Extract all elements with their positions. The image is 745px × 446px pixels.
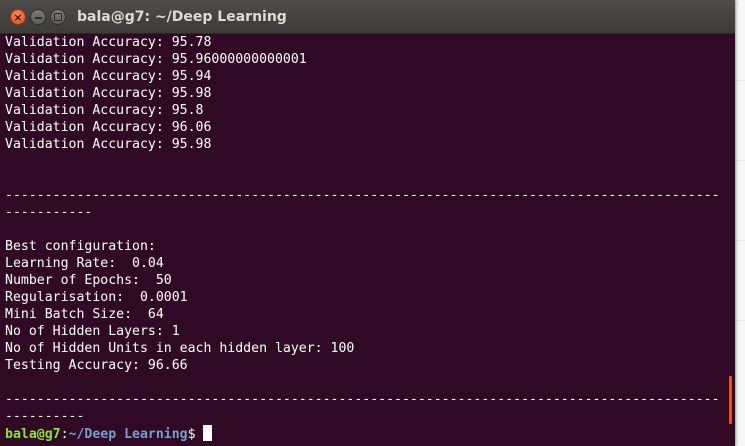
terminal-line: Mini Batch Size: 64 [5,307,164,322]
maximize-button[interactable] [50,9,66,25]
window-titlebar[interactable]: × bala@g7: ~/Deep Learning [0,0,735,34]
minimize-button[interactable] [30,9,46,25]
text-cursor [202,425,212,441]
terminal-line: Regularisation: 0.0001 [5,290,188,305]
terminal-line: Validation Accuracy: 95.94 [5,69,212,84]
shell-prompt[interactable]: bala@g7:~/Deep Learning$ [5,425,722,442]
terminal-line: Validation Accuracy: 95.8 [5,103,204,118]
prompt-colon: : [60,427,69,442]
prompt-path: ~/Deep Learning [68,427,188,442]
terminal-scrollbar[interactable] [722,34,735,446]
terminal-line: Validation Accuracy: 95.98 [5,137,212,152]
terminal-line: ----------- [5,205,93,220]
terminal-line: No of Hidden Layers: 1 [5,324,180,339]
scrollbar-thumb[interactable] [729,376,732,424]
maximize-icon [54,13,62,21]
close-button[interactable]: × [10,9,26,25]
prompt-dollar: $ [187,427,196,442]
terminal-line: Validation Accuracy: 95.78 [5,35,212,50]
terminal-line: ----------------------------------------… [5,392,720,407]
terminal-line: Validation Accuracy: 95.96000000000001 [5,52,307,67]
terminal-line: Validation Accuracy: 95.98 [5,86,212,101]
terminal-line: ----------------------------------------… [5,188,720,203]
prompt-user-host: bala@g7 [5,427,61,442]
terminal-line: Best configuration: [5,239,156,254]
terminal-line: No of Hidden Units in each hidden layer:… [5,341,355,356]
terminal-window: × bala@g7: ~/Deep Learning Validation Ac… [0,0,735,446]
terminal-line: Number of Epochs: 50 [5,273,172,288]
terminal-line: Testing Accuracy: 96.66 [5,358,188,373]
terminal-line: Learning Rate: 0.04 [5,256,164,271]
terminal-line: ---------- [5,409,85,424]
terminal-line: Validation Accuracy: 96.06 [5,120,212,135]
window-title: bala@g7: ~/Deep Learning [77,9,287,25]
minimize-icon [34,17,42,19]
close-icon: × [13,10,23,24]
terminal-output[interactable]: Validation Accuracy: 95.78 Validation Acc… [0,34,722,446]
